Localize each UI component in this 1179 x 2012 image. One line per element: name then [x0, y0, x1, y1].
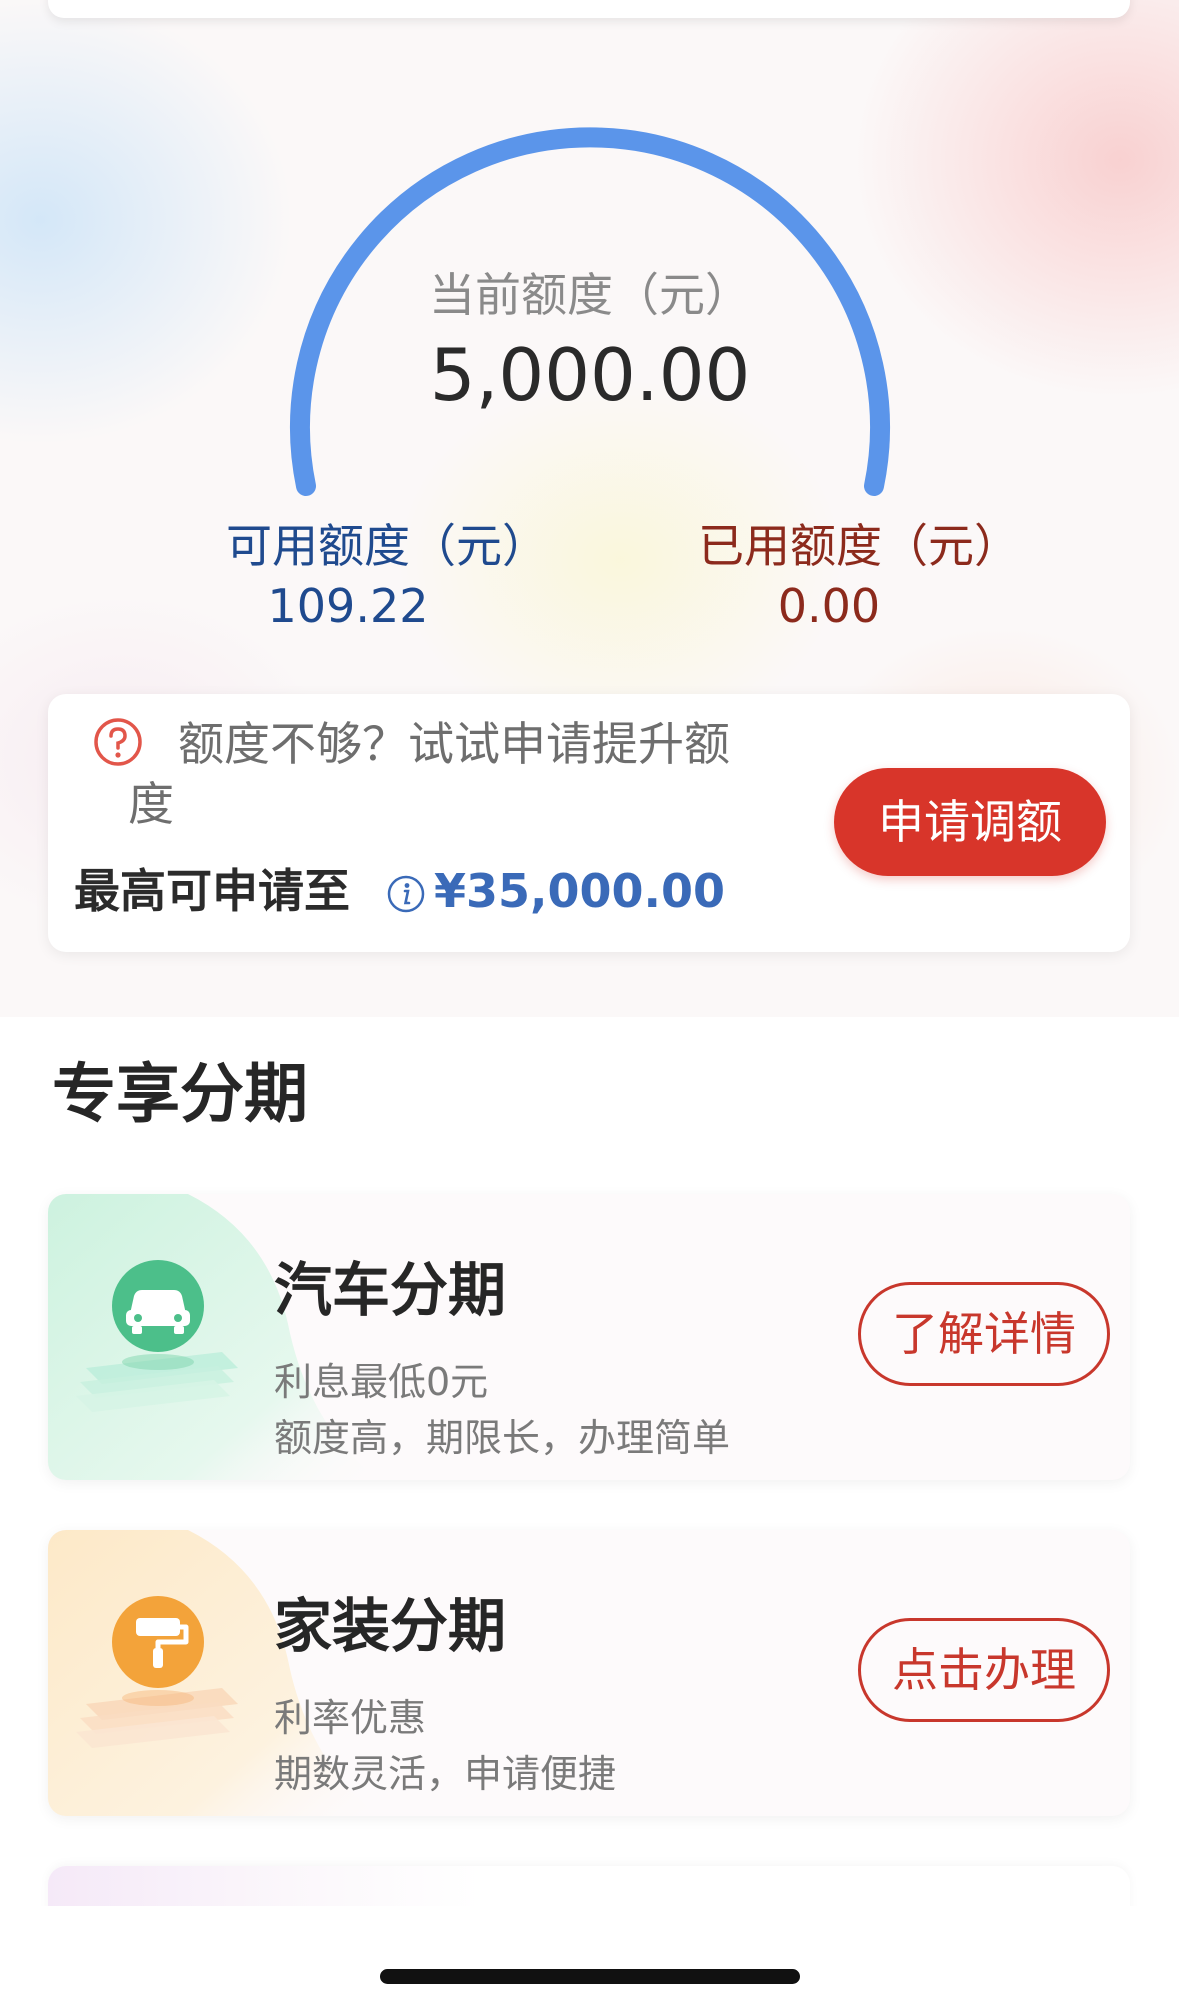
promo-title: 家装分期 [274, 1592, 507, 1660]
quota-increase-tip: 额度不够？试试申请提升额度 [128, 717, 730, 831]
used-quota-label: 已用额度（元） [698, 519, 1020, 573]
available-quota-value: 109.22 [267, 579, 429, 633]
quota-increase-card: 额度不够？试试申请提升额度 最高可申请至 ¥35,000.00 申请调额 [48, 694, 1130, 952]
max-apply-label: 最高可申请至 [74, 864, 350, 918]
promo-desc-line1: 利率优惠 [274, 1696, 427, 1740]
apply-adjust-quota-button[interactable]: 申请调额 [834, 768, 1106, 876]
available-quota-label: 可用额度（元） [226, 519, 548, 573]
info-icon[interactable] [386, 874, 426, 914]
apply-now-button[interactable]: 点击办理 [858, 1618, 1110, 1722]
home-indicator[interactable] [380, 1969, 800, 1984]
current-quota-value: 5,000.00 [429, 333, 751, 417]
promo-desc-line2: 额度高，期限长，办理简单 [274, 1416, 731, 1460]
used-quota-value: 0.00 [777, 579, 881, 633]
paint-roller-icon [76, 1596, 238, 1748]
learn-more-button[interactable]: 了解详情 [858, 1282, 1110, 1386]
max-apply-value: ¥35,000.00 [434, 864, 726, 918]
promo-card-car[interactable]: 汽车分期 利息最低0元 额度高，期限长，办理简单 了解详情 [48, 1194, 1130, 1480]
section-title: 专享分期 [52, 1058, 308, 1132]
quota-panel: 当前额度（元） 5,000.00 可用额度（元） 109.22 已用额度（元） … [0, 0, 1179, 1017]
bottom-safe-area [0, 1906, 1179, 2012]
promo-card-home-decor[interactable]: 家装分期 利率优惠 期数灵活，申请便捷 点击办理 [48, 1530, 1130, 1816]
promo-title: 汽车分期 [274, 1256, 507, 1324]
top-card-edge [48, 0, 1130, 18]
car-icon [76, 1260, 238, 1412]
promo-desc-line1: 利息最低0元 [274, 1360, 489, 1404]
promo-desc-line2: 期数灵活，申请便捷 [274, 1752, 617, 1796]
current-quota-label: 当前额度（元） [429, 268, 751, 322]
